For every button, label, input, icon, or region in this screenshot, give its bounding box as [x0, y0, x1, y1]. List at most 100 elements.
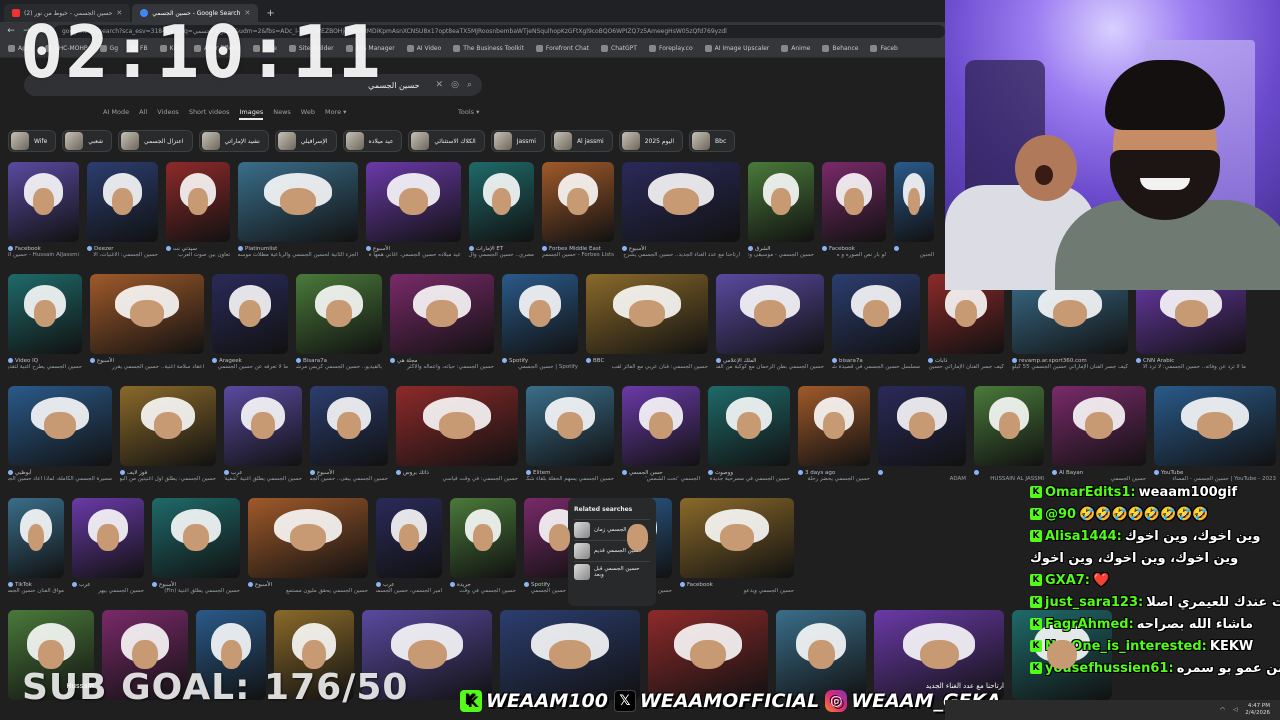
result-image[interactable] — [310, 386, 388, 466]
tab-more-[interactable]: More ▾ — [325, 108, 346, 120]
image-result[interactable]: أبوظبي مسيرة الجسمي الكاملة، لماذا أعاد ح… — [8, 386, 112, 484]
result-image[interactable] — [224, 386, 302, 466]
image-result[interactable]: BBC حسين الجسمي: فنان عربي مع الفائز لقب — [586, 274, 708, 372]
result-image[interactable] — [8, 386, 112, 466]
wifi-icon[interactable]: ◠ — [1220, 707, 1225, 713]
image-result[interactable]: فوز لايف حسين الجسمي: يطلق أول أغنيتين من… — [120, 386, 216, 484]
image-result[interactable]: ADAM — [878, 386, 966, 484]
image-result[interactable]: عرب حسين الجسمي يطلق أغنية 'شفية' — [224, 386, 302, 484]
chat-username[interactable]: just_sara123: — [1045, 595, 1143, 610]
image-result[interactable]: bisara7a مسلسل حسين الجسمي في قصيدة شعر — [832, 274, 920, 372]
image-result[interactable]: عربأمير الجسمي، حسين الجسمي، الحفل — [376, 498, 442, 596]
chat-username[interactable]: OmarEdits1: — [1045, 485, 1136, 500]
tab-short-videos[interactable]: Short videos — [189, 108, 230, 120]
image-result[interactable]: مجلة هي حسين الجسمي: حياته، وأعماله والأك… — [390, 274, 494, 372]
result-image[interactable] — [8, 274, 82, 354]
result-image[interactable] — [832, 274, 920, 354]
tab-news[interactable]: News — [273, 108, 291, 120]
bookmark-item[interactable]: ChatGPT — [601, 45, 637, 52]
bookmark-item[interactable]: AI Image Upscaler — [704, 45, 769, 52]
result-image[interactable] — [72, 498, 144, 578]
image-result[interactable]: HUSSAIN AL JASSMI — [974, 386, 1044, 484]
result-image[interactable] — [450, 498, 516, 578]
image-result[interactable]: سيدتي نت تعاون بين صوت العرب — [166, 162, 230, 260]
image-result[interactable]: حسن الجسمي الجسمي 'تحت الشمس' — [622, 386, 700, 484]
result-image[interactable] — [748, 162, 814, 242]
bookmark-item[interactable]: Behance — [822, 45, 858, 52]
tab-videos[interactable]: Videos — [157, 108, 179, 120]
result-image[interactable] — [238, 162, 358, 242]
image-result[interactable] — [648, 610, 768, 700]
bookmark-item[interactable]: Foreplay.co — [648, 45, 693, 52]
image-result[interactable] — [102, 610, 188, 700]
image-result[interactable]: 3 days ago حسين الجسمي يحضر رحلة — [798, 386, 870, 484]
back-icon[interactable]: ← — [6, 26, 16, 36]
chat-username[interactable]: Alisa1444: — [1045, 529, 1122, 544]
refinement-chip[interactable]: الإسرافيلي — [274, 130, 337, 152]
image-result[interactable]: الملك الإعلامي حسين الجسمي بطن الرحمان مع… — [716, 274, 824, 372]
result-image[interactable] — [8, 162, 79, 242]
refinement-chip[interactable]: Al jassmi — [550, 130, 613, 152]
image-result[interactable]: ارتاحنا مع عدد الغناء الجديد — [874, 610, 1004, 700]
result-image[interactable] — [878, 386, 966, 466]
result-image[interactable] — [166, 162, 230, 242]
image-result[interactable]: Spotify Spotify | حسين الجسمي — [502, 274, 578, 372]
clear-icon[interactable]: ✕ — [436, 80, 444, 90]
bookmark-item[interactable]: Faceb — [870, 45, 898, 52]
refinement-chip[interactable]: Wife — [8, 130, 57, 152]
bookmark-item[interactable]: Forefront Chat — [535, 45, 589, 52]
image-result[interactable]: Forbes Middle East Forbes Lists - حسين ال… — [542, 162, 614, 260]
image-result[interactable]: الأسبوع أعقاد سلامة أغنية.. حسين الجسمي ي… — [90, 274, 204, 372]
image-result[interactable] — [196, 610, 266, 700]
image-result[interactable]: Facebook لو بار نص الصوره و ه — [822, 162, 886, 260]
refinement-chip[interactable]: اعتزال الجسمي — [118, 130, 193, 152]
result-image[interactable] — [716, 274, 824, 354]
image-result[interactable]: الأسبوع حسين الجسمي يحقق مليون مستمع — [248, 498, 368, 596]
result-image[interactable] — [152, 498, 240, 578]
result-image[interactable] — [469, 162, 534, 242]
result-image[interactable] — [248, 498, 368, 578]
result-image[interactable] — [390, 274, 494, 354]
image-result[interactable]: Platinumlist الجزء الثانية لحسين الجسمي و… — [238, 162, 358, 260]
image-result[interactable]: الحنين — [894, 162, 934, 260]
related-item[interactable]: حسين الجسمي قبل وبعد — [574, 561, 650, 582]
image-result[interactable]: Elitemحسين الجسمي يسهم الحفلة بلقاء شكون… — [526, 386, 614, 484]
image-result[interactable] — [776, 610, 866, 700]
result-image[interactable] — [87, 162, 158, 242]
refinement-chip[interactable]: نشيد الإماراتي — [198, 130, 269, 152]
result-image[interactable] — [376, 498, 442, 578]
chat-username[interactable]: FagrAhmed: — [1045, 617, 1134, 632]
image-result[interactable]: Facebook حسين الجسمي ويدعو — [680, 498, 794, 596]
result-image[interactable] — [974, 386, 1044, 466]
lens-icon[interactable]: ◎ — [451, 80, 459, 90]
image-result[interactable]: TikTokمواق الفنان حسين الجسمي — [8, 498, 64, 596]
image-result[interactable]: ووصوتحسين الجسمي في مسرحية جديدة مع أم — [708, 386, 790, 484]
result-image[interactable] — [90, 274, 204, 354]
result-image[interactable] — [708, 386, 790, 466]
search-icon[interactable]: ⌕ — [467, 80, 472, 90]
image-result[interactable]: Al Bayan حسين الجسمي — [1052, 386, 1146, 484]
tab-all[interactable]: All — [139, 108, 147, 120]
image-result[interactable] — [362, 610, 492, 700]
tab-images[interactable]: Images — [239, 108, 264, 120]
image-result[interactable]: Bisara7a بالفيديو.. حسين الجسمي كريس مرشح… — [296, 274, 382, 372]
image-result[interactable]: الأسبوع ارتاحنا مع عدد الغناء الجديد.. حس… — [622, 162, 740, 260]
refinement-chip[interactable]: عيد ميلاده — [342, 130, 403, 152]
result-image[interactable] — [822, 162, 886, 242]
clock[interactable]: 4:47 PM 2/4/2026 — [1245, 703, 1270, 717]
image-result[interactable]: الأسبوع عيد ميلاده حسين الجسمي. أغاني همه… — [366, 162, 461, 260]
image-result[interactable]: الأسبوع حسين الجسمي يطلق أغنية (Fin) — [152, 498, 240, 596]
result-image[interactable] — [1154, 386, 1276, 466]
tab-ai-mode[interactable]: AI Mode — [103, 108, 129, 120]
result-image[interactable] — [586, 274, 708, 354]
image-result[interactable]: الإمارات ET مصري.. حسين الجسمي وال... — [469, 162, 534, 260]
result-image[interactable] — [542, 162, 614, 242]
image-result[interactable]: YouTube YouTube - 2023 | حسين الجسمي - ال… — [1154, 386, 1276, 484]
result-image[interactable] — [296, 274, 382, 354]
refinement-chip[interactable]: Jassmi — [490, 130, 545, 152]
image-result[interactable] — [500, 610, 640, 700]
bookmark-item[interactable]: Anime — [781, 45, 810, 52]
result-image[interactable] — [526, 386, 614, 466]
result-image[interactable] — [212, 274, 288, 354]
bookmark-item[interactable]: AI Video — [406, 45, 441, 52]
